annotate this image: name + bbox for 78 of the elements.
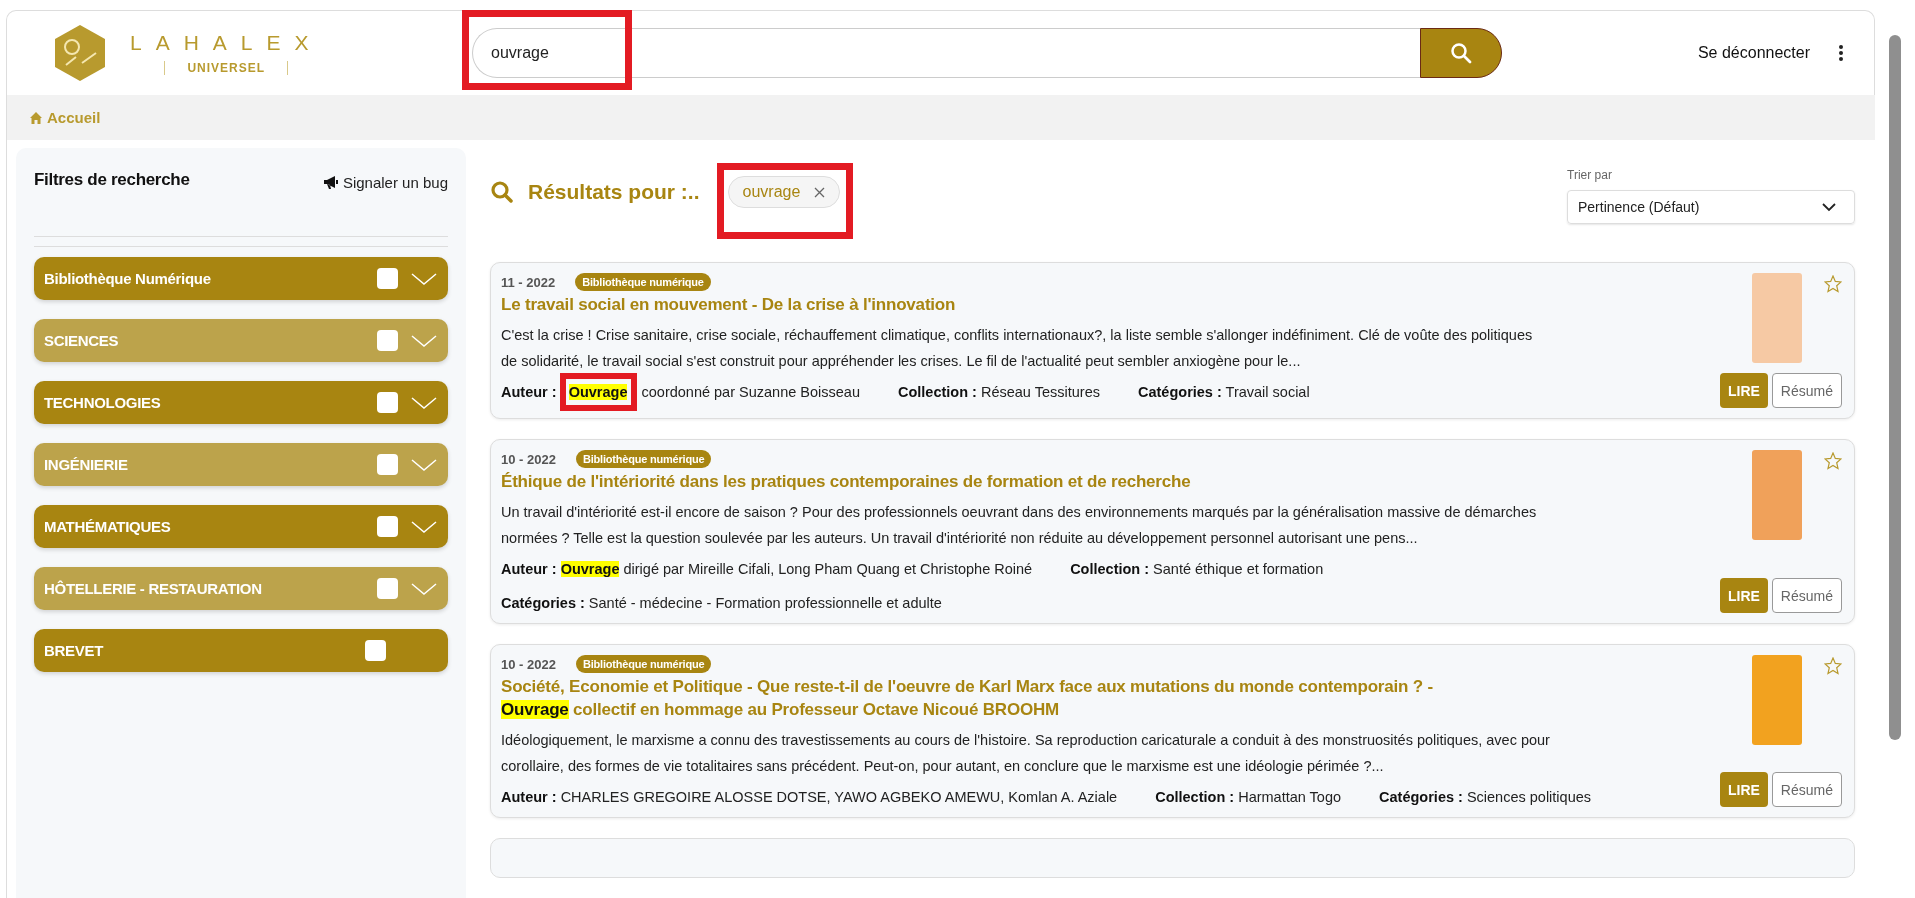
publication-date: 10 - 2022 — [501, 656, 556, 672]
breadcrumb-link[interactable]: Accueil — [29, 109, 101, 126]
filter-checkbox[interactable] — [377, 268, 398, 289]
result-title-link[interactable]: Éthique de l'intériorité dans les pratiques contemporaines de formation et de recherche — [501, 470, 1501, 493]
chevron-down-icon[interactable] — [410, 332, 438, 349]
close-icon — [814, 186, 826, 198]
category-badge: Bibliothèque numérique — [575, 655, 712, 673]
sidebar-title: Filtres de recherche — [34, 170, 190, 190]
logo-subtitle: UNIVERSEL — [164, 61, 289, 75]
metadata-text: Collection : Harmattan Togo — [1155, 788, 1342, 807]
search-icon — [490, 180, 514, 204]
filter-bar[interactable]: TECHNOLOGIES — [34, 381, 448, 424]
filter-checkbox[interactable] — [377, 516, 398, 537]
filter-label: INGÉNIERIE — [44, 456, 129, 473]
filter-bar[interactable]: MATHÉMATIQUES — [34, 505, 448, 548]
home-icon — [29, 110, 43, 125]
search-field[interactable]: ouvrage — [472, 28, 1420, 78]
result-title-link[interactable]: Société, Economie et Politique - Que reste-t-il de l'oeuvre de Karl Marx face aux mutations du monde contemporain ? - Ouvrage collectif en hommage au Professeur Octave Nicoué BROOHM — [501, 675, 1501, 721]
result-title-link[interactable]: Le travail social en mouvement - De la crise à l'innovation — [501, 293, 1501, 316]
results-heading: Résultats pour :.. — [528, 180, 700, 204]
read-button[interactable]: LIRE — [1719, 772, 1768, 807]
remove-button[interactable] — [814, 186, 826, 198]
filter-label: Bibliothèque Numérique — [44, 270, 212, 287]
filter-checkbox[interactable] — [377, 330, 398, 351]
read-button[interactable]: LIRE — [1719, 373, 1768, 408]
read-button[interactable]: LIRE — [1719, 578, 1768, 613]
chevron-down-icon[interactable] — [410, 456, 438, 473]
filter-checkbox[interactable] — [377, 578, 398, 599]
search-icon — [1450, 42, 1472, 64]
result-description: Idéologiquement, le marxisme a connu des travestissements au cours de l'histoire. Sa reproduction caricaturale a conduit à des monstruosités politiques, avec pour corollaire, des formes de vie totalitaires sans précédent. Peut-on, pour autant, en conclure que le marxisme est une idéologie périmée ?... — [501, 731, 1551, 776]
result-description: C'est la crise ! Crise sanitaire, crise sociale, réchauffement climatique, conflits internationaux?, la liste semble s'allonger indéfiniment. Clé de voûte des politiques de solidarité, le travail social s'est construit pour appréhender les crises. Le fil de l'actualité peut sembler anxiogène pour le... — [501, 326, 1534, 371]
metadata-text: Auteur : Ouvrage dirigé par Mireille Cifali, Long Pham Quang et Christophe Roiné — [501, 560, 1033, 579]
summary-button[interactable]: Résumé — [1771, 772, 1842, 807]
filter-bar[interactable]: INGÉNIERIE — [34, 443, 448, 486]
summary-button[interactable]: Résumé — [1771, 578, 1842, 613]
scrollbar[interactable] — [1889, 35, 1901, 740]
category-badge: Bibliothèque numérique — [575, 273, 711, 291]
category-badge: Bibliothèque numérique — [575, 450, 712, 468]
metadata-text: Catégories : Sciences politiques — [1379, 788, 1592, 807]
filter-bar[interactable]: BREVET — [34, 629, 448, 672]
star-icon[interactable] — [1824, 275, 1842, 293]
summary-button[interactable]: Résumé — [1771, 373, 1842, 408]
sort-dropdown[interactable]: Pertinence (Défaut) — [1567, 190, 1855, 224]
filter-bar[interactable]: HÔTELLERIE - RESTAURATION — [34, 567, 448, 610]
metadata-text: Catégories : Travail social — [1138, 383, 1310, 402]
filter-checkbox[interactable] — [377, 454, 398, 475]
star-icon[interactable] — [1824, 657, 1842, 675]
chevron-down-icon[interactable] — [410, 580, 438, 597]
metadata-text: Collection : Réseau Tessitures — [897, 383, 1100, 402]
metadata-text: Auteur : CHARLES GREGOIRE ALOSSE DOTSE, YAWO AGBEKO AMEWU, Komlan A. Aziale — [501, 788, 1118, 807]
star-icon[interactable] — [1824, 452, 1842, 470]
metadata-text: Collection : Santé éthique et formation — [1070, 560, 1324, 579]
publication-date: 11 - 2022 — [501, 274, 556, 290]
result-description: Un travail d'intériorité est-il encore de saison ? Pour des professionnels oeuvrant dans des environnements marqués par la généralisation massive de démarches normées ? Telle est la question soulevée par les auteurs. Un travail d'intériorité non réduite au développement personnel autorisant une pens... — [501, 503, 1538, 548]
filter-bar[interactable]: SCIENCES — [34, 319, 448, 362]
sort-label: Trier par — [1567, 168, 1613, 182]
filter-label: HÔTELLERIE - RESTAURATION — [44, 580, 263, 597]
chevron-down-icon — [1822, 202, 1836, 212]
logo-name: LAHALEX — [130, 31, 323, 55]
filter-label: SCIENCES — [44, 332, 120, 349]
more-icon[interactable] — [1838, 44, 1844, 62]
megaphone-icon — [322, 175, 339, 190]
filter-bar[interactable]: Bibliothèque Numérique — [34, 257, 448, 300]
logout-link[interactable]: Se déconnecter — [1697, 44, 1810, 62]
metadata-text: Catégories : Santé - médecine - Formation professionnelle et adulte — [501, 594, 942, 613]
search-button[interactable] — [1420, 28, 1502, 78]
chevron-down-icon[interactable] — [410, 518, 438, 535]
metadata-text: Auteur : Ouvrage coordonné par Suzanne Boisseau — [501, 382, 860, 402]
logo-icon — [52, 23, 108, 83]
report-bug-link[interactable]: Signaler un bug — [322, 174, 448, 191]
filter-checkbox[interactable] — [365, 640, 386, 661]
chevron-down-icon[interactable] — [410, 270, 438, 287]
filter-label: BREVET — [44, 642, 105, 659]
publication-date: 10 - 2022 — [501, 451, 556, 467]
filter-label: TECHNOLOGIES — [44, 394, 162, 411]
chevron-down-icon[interactable] — [410, 394, 438, 411]
filter-checkbox[interactable] — [377, 392, 398, 413]
filter-label: MATHÉMATIQUES — [44, 518, 172, 535]
